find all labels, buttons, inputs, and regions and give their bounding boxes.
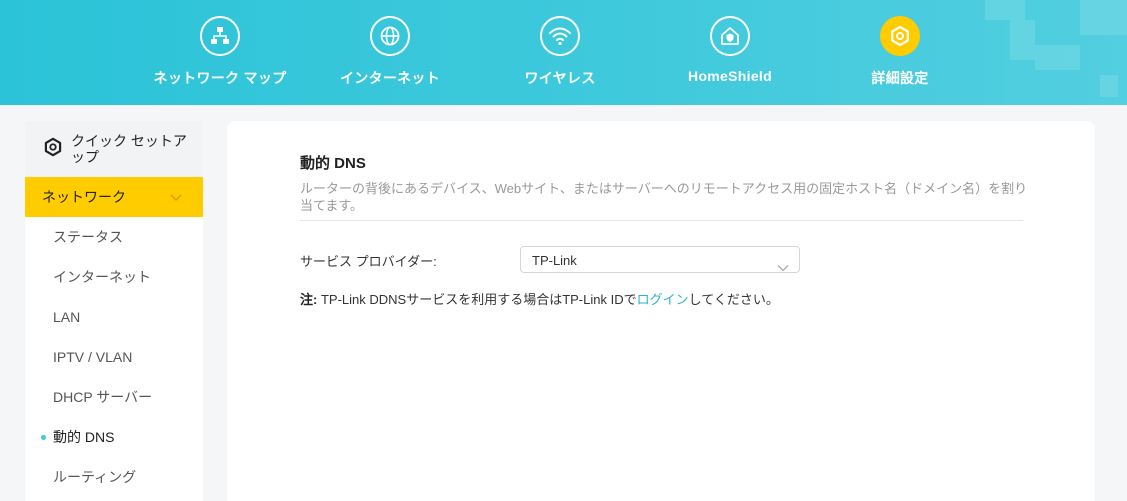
quick-setup-gear-icon xyxy=(43,137,63,162)
chevron-down-icon xyxy=(777,255,789,282)
sidebar-item-label: IPTV / VLAN xyxy=(53,349,133,365)
sidebar-item-iptv-vlan[interactable]: IPTV / VLAN xyxy=(25,337,203,377)
sidebar-item-label: 動的 DNS xyxy=(53,429,115,445)
nav-label: インターネット xyxy=(339,70,441,86)
note-text: TP-Link DDNSサービスを利用する場合はTP-Link IDで xyxy=(317,292,637,307)
sidebar-item-lan[interactable]: LAN xyxy=(25,297,203,337)
nav-network-map[interactable]: ネットワーク マップ xyxy=(145,16,295,88)
note-suffix: してください。 xyxy=(688,292,779,307)
sidebar-quick-setup[interactable]: クイック セットアップ xyxy=(25,121,203,177)
wifi-icon xyxy=(540,16,580,56)
header-decoration xyxy=(1010,20,1035,60)
header-decoration xyxy=(1035,45,1080,70)
page-description: ルーターの背後にあるデバイス、Webサイト、またはサーバーへのリモートアクセス用… xyxy=(300,181,1028,213)
nav-advanced[interactable]: 詳細設定 xyxy=(825,16,975,88)
nav-label: 詳細設定 xyxy=(871,70,929,86)
sidebar: クイック セットアップ ネットワーク ステータス インターネット LAN IPT… xyxy=(25,121,203,501)
header-decoration xyxy=(1100,75,1118,97)
sidebar-item-label: ルーティング xyxy=(53,469,137,485)
sidebar-item-label: DHCP サーバー xyxy=(53,389,153,405)
sidebar-item-label: LAN xyxy=(53,309,81,325)
note-prefix: 注: xyxy=(300,292,318,307)
sidebar-item-dhcp-server[interactable]: DHCP サーバー xyxy=(25,377,203,417)
nav-label: ワイヤレス xyxy=(524,70,596,86)
service-provider-select[interactable]: TP-Link xyxy=(520,246,800,273)
sidebar-item-status[interactable]: ステータス xyxy=(25,217,203,257)
top-navigation-bar: ネットワーク マップ インターネット ワイヤレス HomeShield 詳細設定 xyxy=(0,0,1127,105)
sidebar-item-label: インターネット xyxy=(53,269,151,285)
home-shield-icon xyxy=(710,16,750,56)
ddns-note: 注: TP-Link DDNSサービスを利用する場合はTP-Link IDでログ… xyxy=(300,289,779,308)
globe-icon xyxy=(370,16,410,56)
sidebar-item-dynamic-dns[interactable]: 動的 DNS xyxy=(25,417,203,457)
active-indicator-dot xyxy=(41,435,46,440)
main-panel: 動的 DNS ルーターの背後にあるデバイス、Webサイト、またはサーバーへのリモ… xyxy=(227,121,1095,501)
quick-setup-label: クイック セットアップ xyxy=(71,133,187,165)
sidebar-item-internet[interactable]: インターネット xyxy=(25,257,203,297)
header-decoration xyxy=(985,0,1025,20)
service-provider-label: サービス プロバイダー: xyxy=(300,254,437,269)
advanced-gear-icon xyxy=(880,16,920,56)
nav-wireless[interactable]: ワイヤレス xyxy=(485,16,635,88)
nav-label: HomeShield xyxy=(688,68,772,84)
login-link[interactable]: ログイン xyxy=(637,292,689,307)
service-provider-value: TP-Link xyxy=(532,253,577,268)
header-decoration xyxy=(1080,0,1127,35)
chevron-up-icon xyxy=(169,190,183,209)
sidebar-section-network[interactable]: ネットワーク xyxy=(25,177,203,217)
nav-homeshield[interactable]: HomeShield xyxy=(655,16,805,84)
network-map-icon xyxy=(200,16,240,56)
sidebar-item-label: ステータス xyxy=(53,229,123,245)
divider xyxy=(300,220,1023,221)
page-title: 動的 DNS xyxy=(300,155,366,172)
nav-internet[interactable]: インターネット xyxy=(315,16,465,88)
section-label: ネットワーク xyxy=(42,189,126,205)
sidebar-item-routing[interactable]: ルーティング xyxy=(25,457,203,497)
nav-label: ネットワーク マップ xyxy=(153,70,287,86)
